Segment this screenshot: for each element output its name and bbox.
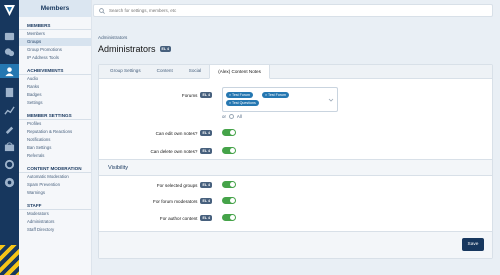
author-content-toggle[interactable] [222,214,236,221]
members-icon[interactable] [0,64,19,78]
customization-icon[interactable] [3,122,16,135]
sidebar-section-content-moderation: CONTENT MODERATION [19,165,91,173]
author-content-label: For author content [159,215,198,221]
sidebar-item-moderators[interactable]: Moderators [19,210,91,218]
selected-groups-label-row: For selected groups EL 4 [157,182,212,188]
save-button[interactable]: Save [462,238,484,251]
search-input[interactable] [109,8,409,13]
forum-moderators-toggle[interactable] [222,197,236,204]
page-title: Administrators [98,44,156,54]
forums-label-row: Forums EL 4 [182,92,212,98]
sidebar-item-achievement-settings[interactable]: Settings [19,99,91,107]
visibility-heading: Visibility [99,159,492,176]
icon-rail [0,0,19,275]
selected-groups-badge: EL 4 [200,182,212,188]
shield-icon[interactable] [3,176,16,189]
forum-moderators-label-row: For forum moderators EL 4 [153,198,212,204]
sidebar-item-badges[interactable]: Badges [19,91,91,99]
edit-notes-toggle[interactable] [222,129,236,136]
edit-notes-label-row: Can edit own notes? EL 4 [156,130,212,136]
tab-content[interactable]: Content [149,64,181,78]
sidebar-item-spam-prevention[interactable]: Spam Prevention [19,181,91,189]
chat-icon[interactable] [3,46,16,59]
selected-groups-label: For selected groups [156,182,198,188]
author-content-label-row: For author content EL 4 [160,215,212,221]
forum-chip[interactable]: × Test Questions [226,100,259,106]
breadcrumb[interactable]: Administrators [98,35,127,40]
forum-chip[interactable]: × Test Forum [226,92,254,98]
delete-notes-label: Can delete own notes? [150,148,198,154]
search-bar[interactable] [93,4,493,17]
sidebar-item-referrals[interactable]: Referrals [19,152,91,160]
sidebar-item-warnings[interactable]: Warnings [19,189,91,197]
app-logo-icon[interactable] [3,4,16,17]
tab-content-notes[interactable]: (Alex) Content Notes [209,64,270,79]
sidebar-item-audio[interactable]: Audio [19,75,91,83]
or-label: or [222,114,226,119]
forum-chip[interactable]: × Test Forum [262,92,290,98]
stats-icon[interactable] [3,104,16,117]
store-icon[interactable] [3,140,16,153]
tab-bar: Group Settings Content Social (Alex) Con… [99,64,492,79]
forum-moderators-badge: EL 4 [200,198,212,204]
search-icon [99,7,105,14]
edit-notes-badge: EL 4 [200,130,212,136]
pages-icon[interactable] [3,86,16,99]
sidebar-item-groups[interactable]: Groups [19,38,91,46]
sidebar-section-members: MEMBERS [19,22,91,30]
all-forums-option: or All [222,114,242,119]
title-badge: EL 4 [159,46,172,52]
sidebar-header: Members [19,0,91,17]
sidebar-item-group-promotions[interactable]: Group Promotions [19,46,91,54]
sidebar-section-member-settings: MEMBER SETTINGS [19,112,91,120]
sidebar-item-reputation[interactable]: Reputation & Reactions [19,128,91,136]
decorative-stripe [0,245,19,275]
forums-badge: EL 4 [200,92,212,98]
forums-label: Forums [181,92,198,98]
sidebar-item-ban-settings[interactable]: Ban Settings [19,144,91,152]
all-label: All [236,114,242,119]
sidebar-item-profiles[interactable]: Profiles [19,120,91,128]
sidebar-item-ip-address-tools[interactable]: IP Address Tools [19,54,91,62]
sidebar-item-ranks[interactable]: Ranks [19,83,91,91]
sidebar: Members MEMBERS Members Groups Group Pro… [19,0,92,275]
forums-select[interactable]: × Test Forum × Test Forum × Test Questio… [222,87,338,112]
all-radio[interactable] [228,114,234,119]
sidebar-item-staff-directory[interactable]: Staff Directory [19,226,91,234]
page-title-row: Administrators EL 4 [98,44,172,54]
delete-notes-label-row: Can delete own notes? EL 4 [150,148,212,154]
selected-groups-toggle[interactable] [222,181,236,188]
sidebar-item-automatic-moderation[interactable]: Automatic Moderation [19,173,91,181]
sidebar-item-members[interactable]: Members [19,30,91,38]
sidebar-item-notifications[interactable]: Notifications [19,136,91,144]
sidebar-item-administrators[interactable]: Administrators [19,218,91,226]
settings-icon[interactable] [3,158,16,171]
chevron-down-icon [328,98,334,102]
form-footer: Save [99,231,492,258]
delete-notes-badge: EL 4 [200,148,212,154]
sidebar-section-staff: STAFF [19,202,91,210]
settings-panel: Group Settings Content Social (Alex) Con… [98,64,493,259]
sidebar-section-achievements: ACHIEVEMENTS [19,67,91,75]
tab-social[interactable]: Social [181,64,210,78]
tab-group-settings[interactable]: Group Settings [102,64,149,78]
forum-moderators-label: For forum moderators [153,198,198,204]
author-content-badge: EL 4 [200,215,212,221]
system-icon[interactable] [3,30,16,43]
delete-notes-toggle[interactable] [222,147,236,154]
edit-notes-label: Can edit own notes? [155,130,198,136]
